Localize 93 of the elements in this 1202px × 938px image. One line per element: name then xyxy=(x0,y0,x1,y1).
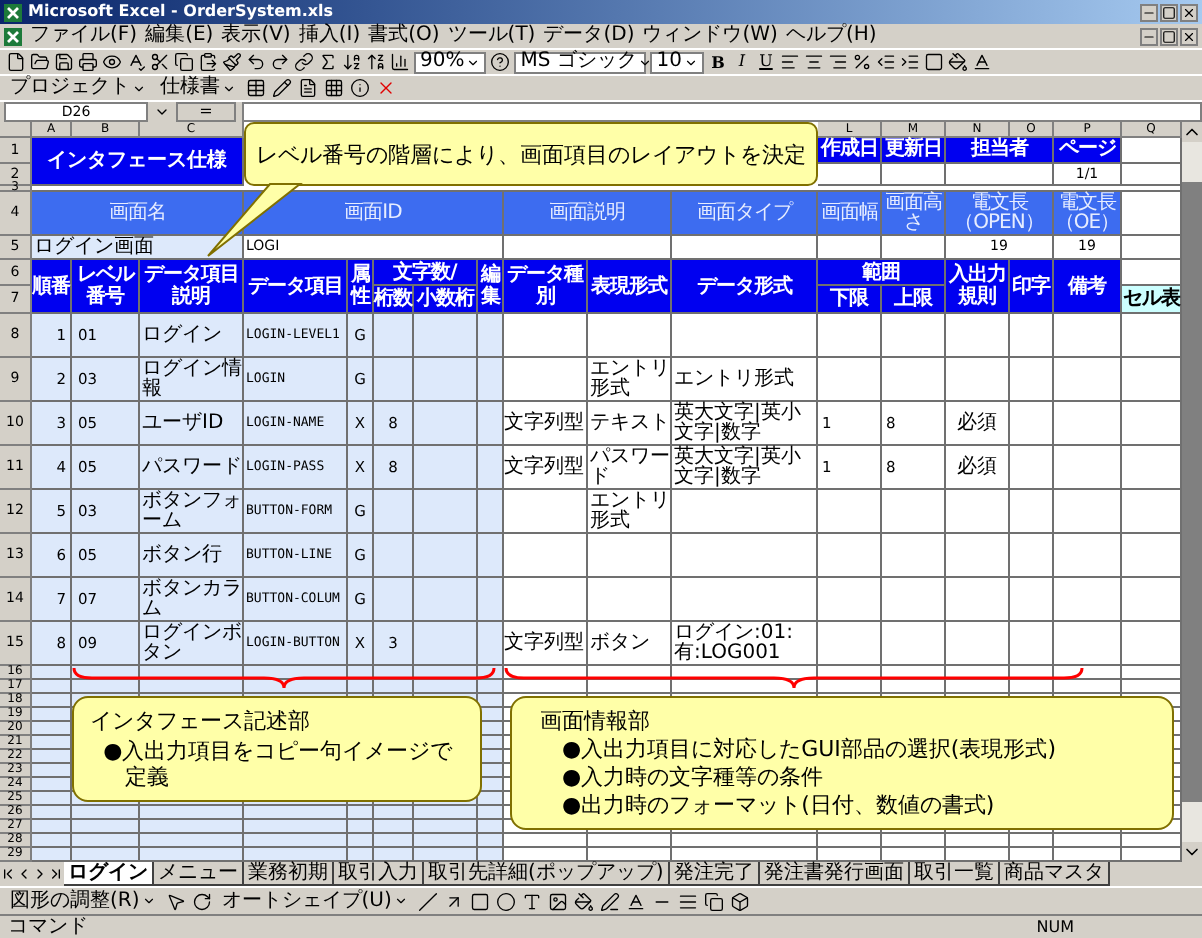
table-cell: ログイン xyxy=(140,314,244,358)
table-cell: ボタン行 xyxy=(140,534,244,578)
menu-item[interactable]: ヘルプ(H) xyxy=(785,26,877,46)
table-cell: 文字列型 xyxy=(504,622,588,666)
toolbar-menu[interactable]: 仕様書 xyxy=(156,77,240,99)
status-text: コマンド xyxy=(8,917,88,937)
window-title: Microsoft Excel - OrderSystem.xls xyxy=(28,4,334,20)
zoom-dropdown[interactable]: 90% xyxy=(414,51,487,73)
table-cell: 画面幅 xyxy=(818,192,882,236)
menu-item[interactable]: 書式(O) xyxy=(368,26,440,46)
table-cell: 必須 xyxy=(946,446,1010,490)
table-cell: 担当者 xyxy=(946,138,1054,164)
sheet-title: インタフェース仕様 xyxy=(32,138,244,186)
toolbar-menu[interactable]: オートシェイプ(U) xyxy=(217,890,412,912)
column-heading: 下限 xyxy=(818,286,882,314)
column-heading: 印字 xyxy=(1010,260,1054,314)
table-cell: 電文長（OPEN） xyxy=(946,192,1054,236)
menu-item[interactable]: 表示(V) xyxy=(221,26,291,46)
table-cell: ユーザID xyxy=(140,402,244,446)
table-cell: エントリ形式 xyxy=(588,490,672,534)
column-heading: データ形式 xyxy=(672,260,818,314)
sheet-tab[interactable]: 取引一覧 xyxy=(909,862,1000,886)
table-cell: パスワード xyxy=(588,446,672,490)
callout-bullet: ●入出力項目に対応したGUI部品の選択(表現形式) xyxy=(560,736,1059,762)
table-cell: 画面ID xyxy=(244,192,504,236)
table-cell: エントリ形式 xyxy=(672,358,818,402)
table-cell: 文字列型 xyxy=(504,446,588,490)
table-cell: 必須 xyxy=(946,402,1010,446)
menu-item[interactable]: 編集(E) xyxy=(145,26,214,46)
column-heading: データ項目説明 xyxy=(140,260,244,314)
callout-bullet: ●入力時の文字種等の条件 xyxy=(560,764,826,790)
toolbar-menu[interactable]: 図形の調整(R) xyxy=(6,890,160,912)
column-heading: 表現形式 xyxy=(588,260,672,314)
table-cell: エントリ形式 xyxy=(588,358,672,402)
column-heading: 桁数 xyxy=(374,286,414,314)
column-heading: 備考 xyxy=(1054,260,1122,314)
font-size-dropdown[interactable]: 10 xyxy=(650,51,704,73)
sheet-tab[interactable]: 業務初期 xyxy=(244,862,334,886)
table-cell: テキスト xyxy=(588,402,672,446)
column-heading: 順番 xyxy=(32,260,72,314)
table-cell: ログインボタン xyxy=(140,622,244,666)
table-cell: 画面説明 xyxy=(504,192,672,236)
column-heading: 小数桁 xyxy=(414,286,478,314)
menu-item[interactable]: データ(D) xyxy=(543,26,635,46)
status-indicator: NUM xyxy=(1036,919,1074,935)
table-cell: 作成日 xyxy=(818,138,882,164)
callout-bullet: ●入出力項目をコピー句イメージで定義 xyxy=(101,738,455,790)
table-cell: 英大文字|英小文字|数字 xyxy=(672,446,818,490)
menu-item[interactable]: 挿入(I) xyxy=(298,26,361,46)
column-heading: データ種別 xyxy=(504,260,588,314)
table-cell: ボタンフォーム xyxy=(140,490,244,534)
column-heading: 属性 xyxy=(348,260,374,314)
table-cell: ログイン:01:有:LOG001 xyxy=(672,622,818,666)
table-cell: 画面高さ xyxy=(882,192,946,236)
column-heading: セル表 xyxy=(1122,286,1182,314)
italic-button[interactable]: I xyxy=(731,54,752,70)
sheet-tab[interactable]: 発注完了 xyxy=(669,862,760,886)
table-cell: 電文長（OE） xyxy=(1054,192,1122,236)
menu-item[interactable]: ファイル(F) xyxy=(30,26,138,46)
table-cell: ボタン xyxy=(588,622,672,666)
table-cell: ページ xyxy=(1054,138,1122,164)
menu-item[interactable]: ツール(T) xyxy=(447,26,536,46)
bold-button[interactable]: B xyxy=(707,54,728,70)
column-heading: 上限 xyxy=(882,286,946,314)
table-cell: ログイン情報 xyxy=(140,358,244,402)
column-heading: 編集 xyxy=(478,260,504,314)
underline-button[interactable]: U xyxy=(755,54,776,70)
column-heading: レベル番号 xyxy=(72,260,140,314)
callout-title: 画面情報部 xyxy=(540,708,652,734)
callout-bullet: ●出力時のフォーマット(日付、数値の書式) xyxy=(560,792,997,818)
table-cell: ログイン画面 xyxy=(32,236,244,260)
sheet-tab[interactable]: ログイン xyxy=(64,862,154,886)
sheet-tab[interactable]: 取引入力 xyxy=(334,862,424,886)
sheet-tab[interactable]: 発注書発行画面 xyxy=(759,862,910,886)
table-cell: パスワード xyxy=(140,446,244,490)
menu-item[interactable]: ウィンドウ(W) xyxy=(642,26,778,46)
font-dropdown[interactable]: MS ゴシック xyxy=(514,51,647,73)
sheet-tab[interactable]: 取引先詳細(ポップアップ) xyxy=(424,862,670,886)
column-heading: 入出力規則 xyxy=(946,260,1010,314)
sheet-tab[interactable]: メニュー xyxy=(154,862,244,886)
formula-button[interactable]: = xyxy=(176,102,236,122)
table-cell: 画面名 xyxy=(32,192,244,236)
column-heading: データ項目 xyxy=(244,260,348,314)
table-cell: 文字列型 xyxy=(504,402,588,446)
sheet-tab[interactable]: 商品マスタ xyxy=(999,862,1110,886)
table-cell: 英大文字|英小文字|数字 xyxy=(672,402,818,446)
callout-title: インタフェース記述部 xyxy=(90,708,312,734)
column-heading: 文字数/ xyxy=(374,260,478,286)
table-cell: 更新日 xyxy=(882,138,946,164)
toolbar-menu[interactable]: プロジェクト xyxy=(6,77,150,99)
table-cell: ボタンカラム xyxy=(140,578,244,622)
table-cell: 画面タイプ xyxy=(672,192,818,236)
column-heading: 範囲 xyxy=(818,260,946,286)
